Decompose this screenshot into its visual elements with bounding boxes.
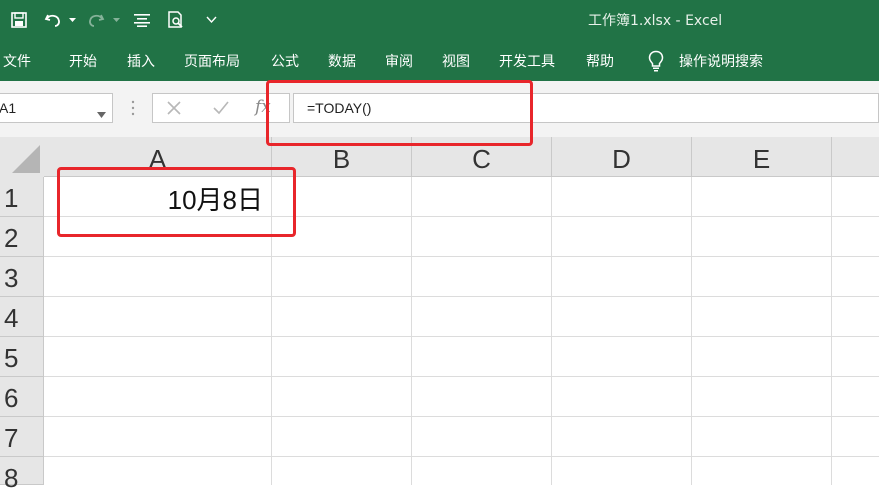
tab-file[interactable]: 文件 — [3, 51, 31, 71]
title-bar: 工作簿1.xlsx - Excel — [0, 0, 879, 40]
align-icon[interactable] — [133, 10, 151, 30]
gridline — [44, 456, 879, 457]
gridline — [691, 177, 692, 485]
lightbulb-icon[interactable] — [648, 50, 664, 76]
gridline — [44, 296, 879, 297]
redo-dropdown-icon[interactable] — [112, 10, 120, 30]
row-header-2[interactable]: 2 — [0, 217, 44, 257]
redo-icon[interactable] — [86, 10, 106, 30]
column-header-c[interactable]: C — [412, 137, 552, 177]
gridline — [44, 336, 879, 337]
row-header-3[interactable]: 3 — [0, 257, 44, 297]
row-header-6[interactable]: 6 — [0, 377, 44, 417]
gridline — [44, 416, 879, 417]
select-all-corner[interactable] — [0, 137, 44, 177]
column-header-a[interactable]: A — [44, 137, 272, 177]
tab-help[interactable]: 帮助 — [586, 51, 614, 71]
row-header-5[interactable]: 5 — [0, 337, 44, 377]
column-header-b[interactable]: B — [272, 137, 412, 177]
print-preview-icon[interactable] — [166, 10, 186, 30]
insert-function-button[interactable]: fx — [255, 97, 271, 117]
tab-insert[interactable]: 插入 — [127, 51, 155, 71]
enter-check-icon[interactable] — [212, 100, 230, 120]
row-header-7[interactable]: 7 — [0, 417, 44, 457]
tab-home[interactable]: 开始 — [69, 51, 97, 71]
column-header-d[interactable]: D — [552, 137, 692, 177]
ribbon-tabs: 文件 开始 插入 页面布局 公式 数据 审阅 视图 开发工具 帮助 操作说明搜索 — [0, 40, 879, 81]
customize-qat-chevron-down-icon[interactable] — [204, 10, 218, 30]
gridline — [831, 177, 832, 485]
tab-data[interactable]: 数据 — [328, 51, 356, 71]
gridline — [411, 177, 412, 485]
tab-developer[interactable]: 开发工具 — [499, 51, 555, 71]
cancel-icon[interactable] — [166, 100, 182, 120]
undo-dropdown-icon[interactable] — [68, 10, 76, 30]
tell-me-search[interactable]: 操作说明搜索 — [679, 51, 763, 71]
row-header-4[interactable]: 4 — [0, 297, 44, 337]
row-header-8[interactable]: 8 — [0, 457, 44, 493]
gridline — [44, 376, 879, 377]
tab-formulas[interactable]: 公式 — [271, 51, 299, 71]
formula-input[interactable]: =TODAY() — [293, 93, 879, 123]
tab-review[interactable]: 审阅 — [385, 51, 413, 71]
tab-view[interactable]: 视图 — [442, 51, 470, 71]
tab-page-layout[interactable]: 页面布局 — [184, 51, 240, 71]
save-icon[interactable] — [9, 10, 29, 30]
document-title: 工作簿1.xlsx - Excel — [588, 13, 723, 29]
gridline — [271, 177, 272, 485]
drag-handle-icon[interactable] — [131, 99, 135, 121]
gridline — [44, 256, 879, 257]
gridline — [551, 177, 552, 485]
column-header-f[interactable] — [832, 137, 879, 177]
column-header-e[interactable]: E — [692, 137, 832, 177]
undo-icon[interactable] — [43, 10, 63, 30]
row-header-1[interactable]: 1 — [0, 177, 44, 217]
cell-a1[interactable]: 10月8日 — [44, 177, 271, 217]
name-box-chevron-down-icon[interactable] — [97, 103, 106, 122]
